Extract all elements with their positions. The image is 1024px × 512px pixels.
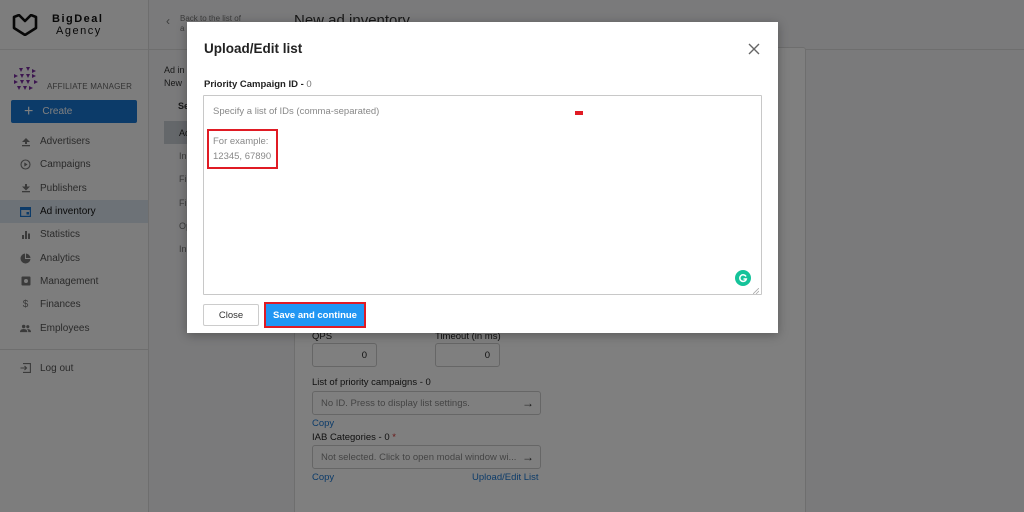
priority-campaign-id-label: Priority Campaign ID - 0 [204,79,312,90]
example-highlight: For example: 12345, 67890 [207,129,278,169]
field-count: 0 [306,79,312,90]
upload-edit-list-modal: Upload/Edit list Priority Campaign ID - … [187,22,778,333]
save-highlight: Save and continue [264,302,366,328]
textarea-placeholder: Specify a list of IDs (comma-separated) [213,106,380,117]
close-button[interactable]: Close [203,304,259,326]
save-and-continue-button[interactable]: Save and continue [266,304,364,326]
ids-textarea[interactable] [203,95,762,295]
field-label-text: Priority Campaign ID - [204,79,307,90]
grammarly-icon[interactable] [735,270,751,286]
modal-title: Upload/Edit list [204,41,303,56]
close-icon[interactable] [747,42,761,56]
example-value: 12345, 67890 [213,151,272,162]
cursor-marker [575,111,583,115]
resize-handle-icon[interactable] [753,288,759,294]
example-label: For example: [213,136,269,147]
